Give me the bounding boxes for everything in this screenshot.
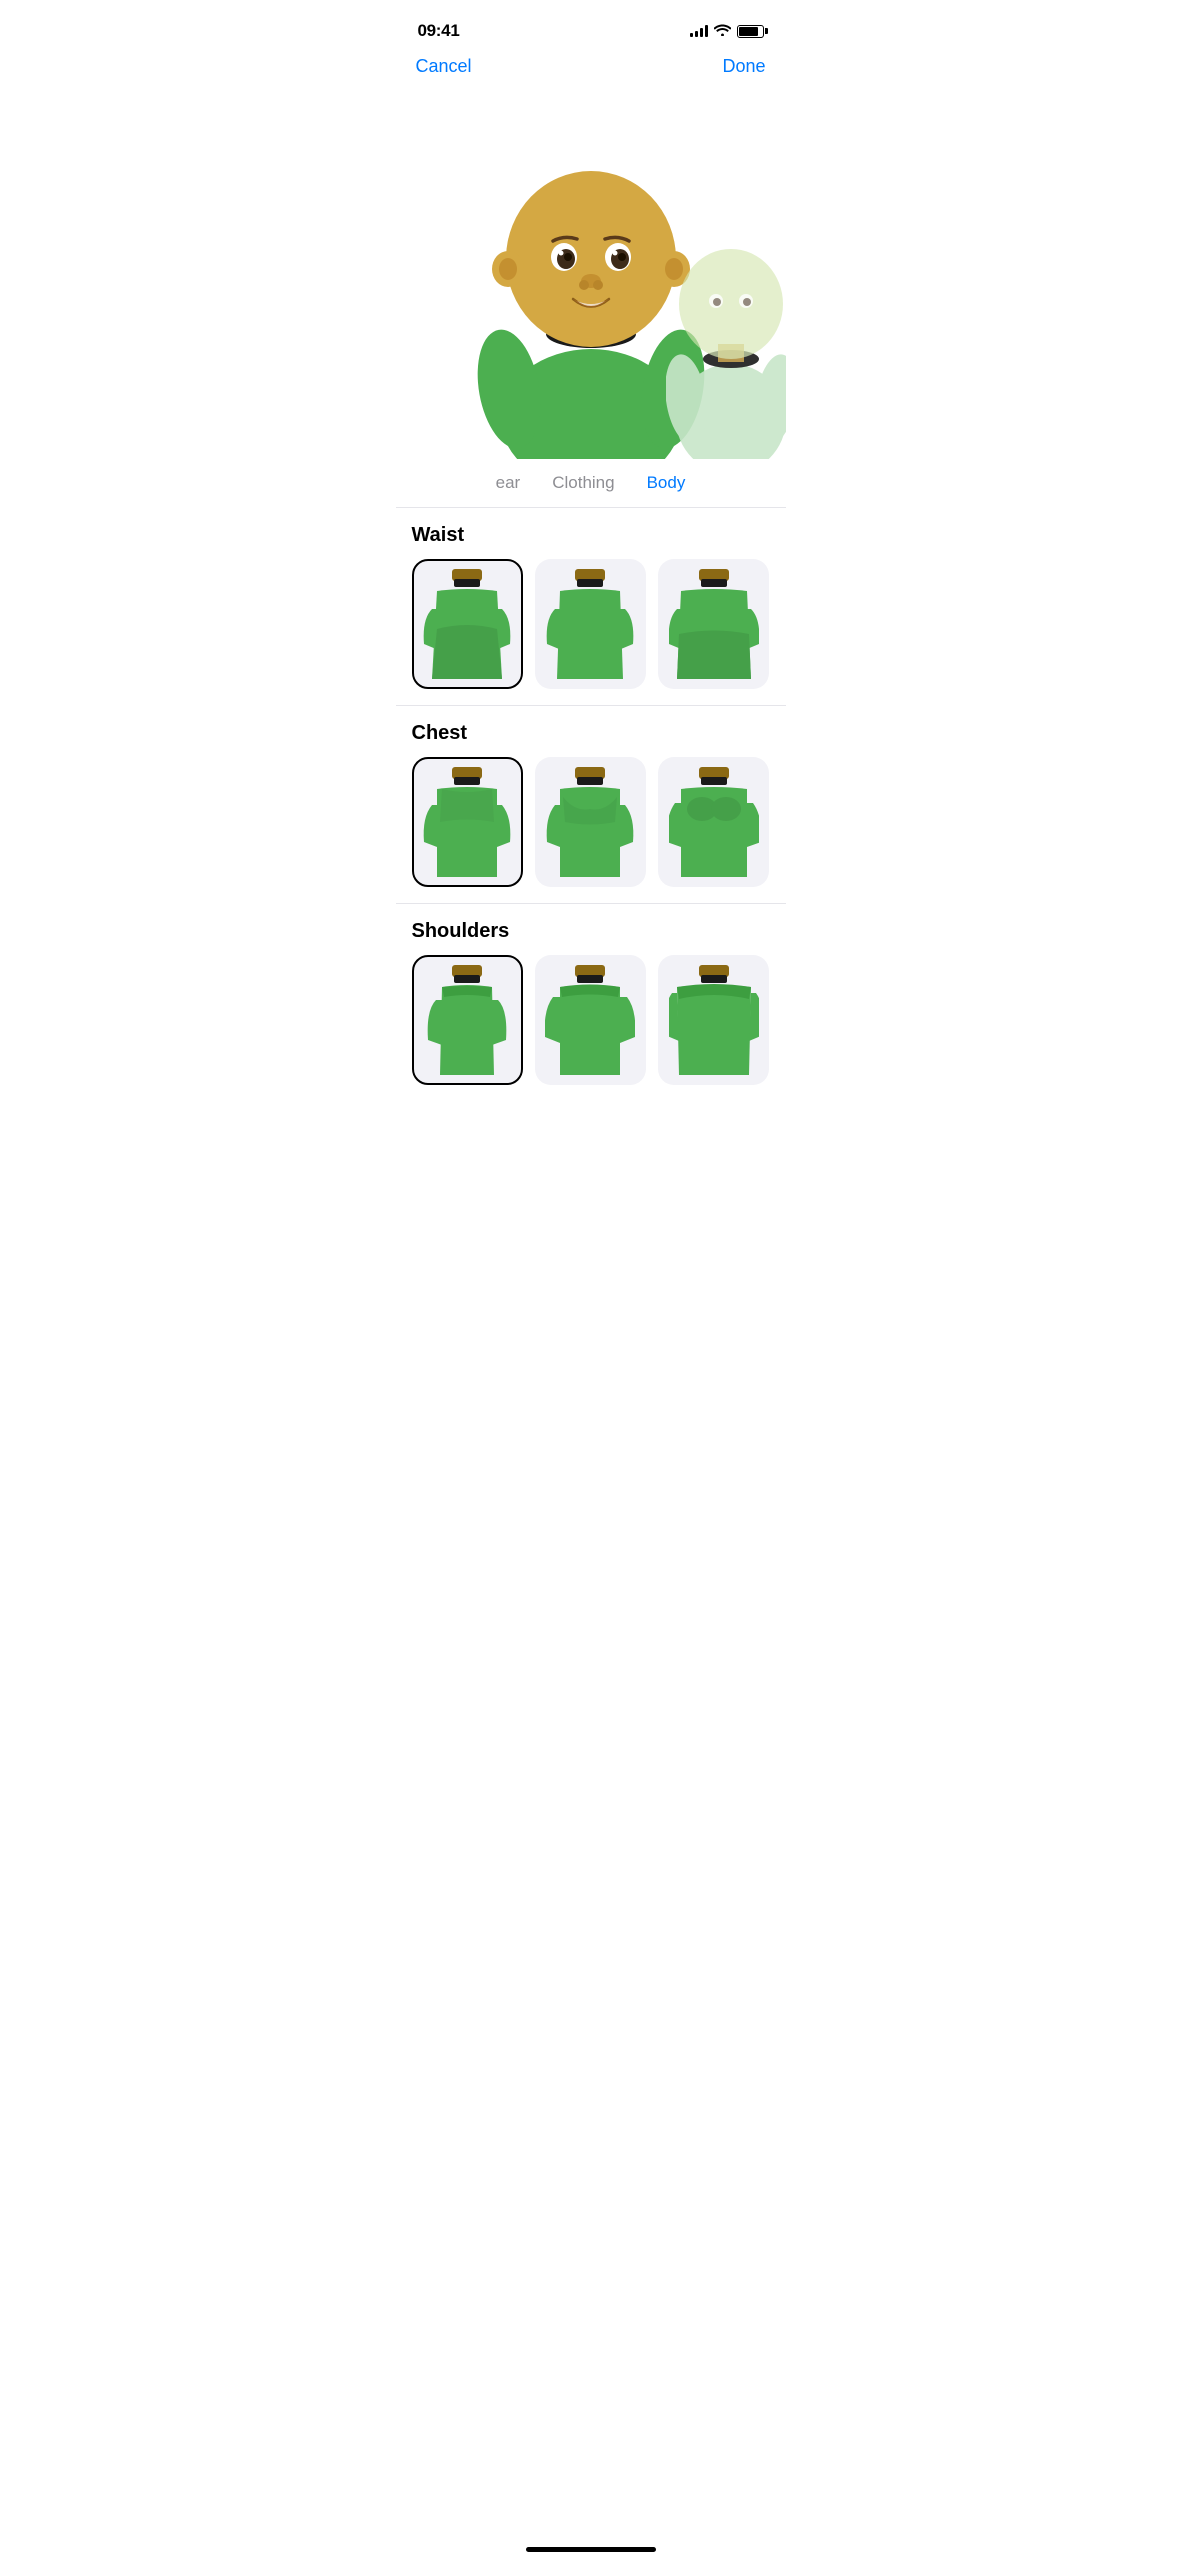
cancel-button[interactable]: Cancel: [416, 56, 472, 77]
waist-title: Waist: [412, 524, 770, 547]
status-time: 09:41: [418, 21, 460, 41]
battery-icon: [737, 25, 764, 38]
waist-option-1[interactable]: [412, 559, 523, 689]
done-button[interactable]: Done: [722, 56, 765, 77]
home-indicator: [526, 2547, 656, 2552]
shoulders-option-3[interactable]: [658, 955, 769, 1085]
waist-options: [412, 559, 770, 705]
wifi-icon: [714, 23, 731, 39]
chest-options: [412, 757, 770, 903]
waist-option-2[interactable]: [535, 559, 646, 689]
chest-option-3[interactable]: [658, 757, 769, 887]
avatar-secondary: [666, 239, 786, 459]
chest-option-1[interactable]: [412, 757, 523, 887]
shoulders-title: Shoulders: [412, 920, 770, 943]
tab-partial-ear[interactable]: ear: [496, 469, 521, 497]
waist-option-3[interactable]: [658, 559, 769, 689]
chest-section: Chest: [396, 706, 786, 904]
signal-icon: [690, 25, 708, 37]
tab-body[interactable]: Body: [647, 469, 686, 497]
shoulders-options: [412, 955, 770, 1101]
shoulders-option-2[interactable]: [535, 955, 646, 1085]
chest-option-2[interactable]: [535, 757, 646, 887]
chest-title: Chest: [412, 722, 770, 745]
waist-section: Waist: [396, 508, 786, 706]
tab-bar: ear Clothing Body: [396, 459, 786, 508]
tab-clothing[interactable]: Clothing: [552, 469, 614, 497]
shoulders-section: Shoulders: [396, 904, 786, 1101]
status-bar: 09:41: [396, 0, 786, 48]
status-icons: [690, 23, 764, 39]
shoulders-option-1[interactable]: [412, 955, 523, 1085]
avatar-preview: [396, 89, 786, 459]
nav-bar: Cancel Done: [396, 48, 786, 89]
